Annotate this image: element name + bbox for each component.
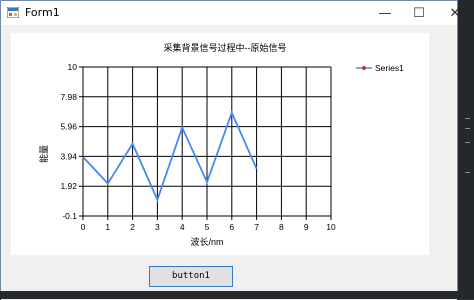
chart-grid	[79, 66, 332, 220]
maximize-icon: ☐	[413, 5, 425, 21]
x-tick-label: 9	[304, 222, 309, 232]
background-mark	[465, 172, 470, 173]
chart-legend: Series1	[356, 63, 404, 73]
y-tick-label: 3.94	[60, 151, 77, 161]
x-tick-label: 6	[229, 222, 234, 232]
legend-marker	[362, 66, 366, 70]
y-tick-label: -0.1	[62, 211, 77, 221]
y-tick-label: 5.96	[60, 122, 77, 132]
maximize-button[interactable]: ☐	[401, 1, 437, 25]
chart-title: 采集背景信号过程中--原始信号	[164, 42, 287, 53]
y-tick-label: 10	[68, 62, 78, 72]
y-tick-label: 7.98	[60, 92, 77, 102]
minimize-button[interactable]: —	[367, 1, 403, 25]
y-axis-label: 能量	[38, 145, 49, 163]
x-tick-labels: 0 1 2 3 4 5 6 7 8 9 10	[81, 222, 336, 232]
background-mark	[465, 142, 470, 143]
minimize-icon: —	[378, 5, 392, 21]
legend-label: Series1	[375, 63, 404, 73]
x-tick-label: 1	[105, 222, 110, 232]
title-bar[interactable]: Form1 — ☐ ✕	[1, 1, 460, 25]
chart-svg: 采集背景信号过程中--原始信号 0 1 2 3 4 5 6 7 8 9 10 10 7.98 5.96 3…	[38, 42, 404, 247]
x-tick-label: 4	[180, 222, 185, 232]
background-mark	[465, 128, 470, 129]
x-tick-label: 5	[205, 222, 210, 232]
x-tick-label: 2	[130, 222, 135, 232]
background-window-edge	[458, 0, 474, 299]
app-icon	[7, 7, 19, 18]
x-tick-label: 8	[279, 222, 284, 232]
background-mark	[465, 118, 470, 119]
x-axis-label: 波长/nm	[190, 236, 223, 247]
x-tick-label: 7	[254, 222, 259, 232]
app-window: Form1 — ☐ ✕ 采集背景信号过程中--原始信号 0 1 2 3 4 5 6 7 8 9 10…	[0, 0, 460, 300]
background-window-bottom	[0, 291, 458, 299]
y-tick-label: 1.92	[60, 181, 77, 191]
x-tick-label: 10	[326, 222, 336, 232]
x-tick-label: 3	[155, 222, 160, 232]
button1[interactable]: button1	[149, 266, 233, 287]
chart-control: 采集背景信号过程中--原始信号 0 1 2 3 4 5 6 7 8 9 10 10 7.98 5.96 3…	[11, 33, 429, 255]
x-tick-label: 0	[81, 222, 86, 232]
window-title: Form1	[25, 6, 60, 19]
y-tick-labels: 10 7.98 5.96 3.94 1.92 -0.1	[60, 62, 77, 221]
